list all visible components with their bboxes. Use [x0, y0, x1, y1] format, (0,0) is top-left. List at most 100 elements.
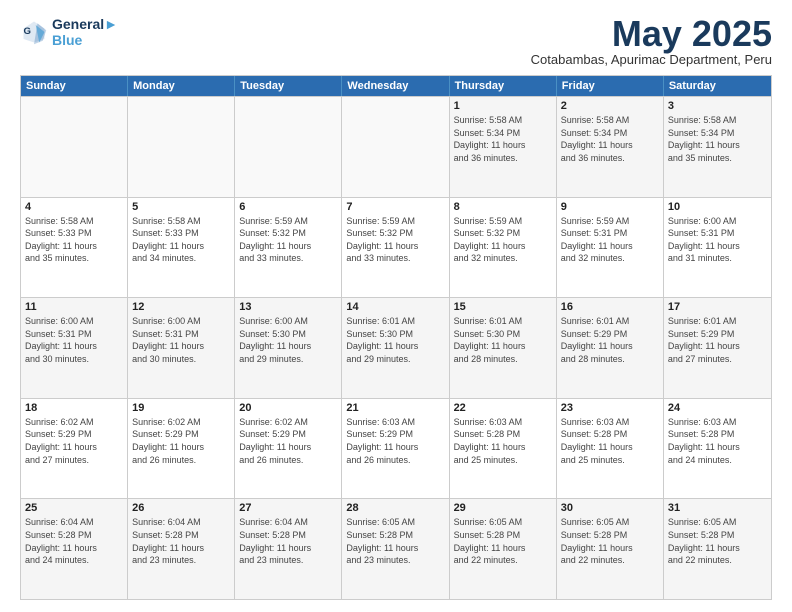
day-info: Sunrise: 6:05 AM Sunset: 5:28 PM Dayligh…: [561, 516, 659, 566]
week-row-0: 1 Sunrise: 5:58 AM Sunset: 5:34 PM Daylig…: [21, 96, 771, 197]
day-info: Sunrise: 5:58 AM Sunset: 5:34 PM Dayligh…: [454, 114, 552, 164]
col-header-tuesday: Tuesday: [235, 76, 342, 96]
week-row-1: 4 Sunrise: 5:58 AM Sunset: 5:33 PM Daylig…: [21, 197, 771, 298]
col-header-monday: Monday: [128, 76, 235, 96]
calendar: SundayMondayTuesdayWednesdayThursdayFrid…: [20, 75, 772, 600]
day-number: 6: [239, 201, 337, 213]
day-cell: 12 Sunrise: 6:00 AM Sunset: 5:31 PM Dayli…: [128, 298, 235, 398]
day-info: Sunrise: 6:04 AM Sunset: 5:28 PM Dayligh…: [132, 516, 230, 566]
day-number: 15: [454, 301, 552, 313]
day-number: 31: [668, 502, 767, 514]
day-cell: 1 Sunrise: 5:58 AM Sunset: 5:34 PM Daylig…: [450, 97, 557, 197]
day-number: 13: [239, 301, 337, 313]
day-number: 25: [25, 502, 123, 514]
day-info: Sunrise: 6:01 AM Sunset: 5:30 PM Dayligh…: [454, 315, 552, 365]
day-number: 12: [132, 301, 230, 313]
day-cell: 3 Sunrise: 5:58 AM Sunset: 5:34 PM Daylig…: [664, 97, 771, 197]
day-cell: 19Sunrise: 6:02 AM Sunset: 5:29 PM Dayli…: [128, 399, 235, 499]
day-number: 1: [454, 100, 552, 112]
day-number: 29: [454, 502, 552, 514]
day-info: Sunrise: 5:59 AM Sunset: 5:32 PM Dayligh…: [454, 215, 552, 265]
day-cell: 21 Sunrise: 6:03 AM Sunset: 5:29 PM Dayli…: [342, 399, 449, 499]
week-row-3: 18Sunrise: 6:02 AM Sunset: 5:29 PM Dayli…: [21, 398, 771, 499]
day-number: 21: [346, 402, 444, 414]
day-cell: 5 Sunrise: 5:58 AM Sunset: 5:33 PM Daylig…: [128, 198, 235, 298]
day-cell: 16Sunrise: 6:01 AM Sunset: 5:29 PM Dayli…: [557, 298, 664, 398]
day-cell: 27 Sunrise: 6:04 AM Sunset: 5:28 PM Dayli…: [235, 499, 342, 599]
subtitle: Cotabambas, Apurimac Department, Peru: [531, 52, 772, 67]
logo: G General► Blue: [20, 16, 118, 48]
day-info: Sunrise: 6:01 AM Sunset: 5:29 PM Dayligh…: [668, 315, 767, 365]
day-cell: 10Sunrise: 6:00 AM Sunset: 5:31 PM Dayli…: [664, 198, 771, 298]
day-info: Sunrise: 6:05 AM Sunset: 5:28 PM Dayligh…: [454, 516, 552, 566]
day-info: Sunrise: 5:58 AM Sunset: 5:34 PM Dayligh…: [668, 114, 767, 164]
day-cell: 14Sunrise: 6:01 AM Sunset: 5:30 PM Dayli…: [342, 298, 449, 398]
day-cell: 20 Sunrise: 6:02 AM Sunset: 5:29 PM Dayli…: [235, 399, 342, 499]
day-number: 8: [454, 201, 552, 213]
day-info: Sunrise: 6:05 AM Sunset: 5:28 PM Dayligh…: [668, 516, 767, 566]
day-cell: 24 Sunrise: 6:03 AM Sunset: 5:28 PM Dayli…: [664, 399, 771, 499]
week-row-2: 11 Sunrise: 6:00 AM Sunset: 5:31 PM Dayli…: [21, 297, 771, 398]
day-cell: 8 Sunrise: 5:59 AM Sunset: 5:32 PM Daylig…: [450, 198, 557, 298]
day-number: 11: [25, 301, 123, 313]
day-cell: [235, 97, 342, 197]
day-info: Sunrise: 5:59 AM Sunset: 5:32 PM Dayligh…: [346, 215, 444, 265]
day-info: Sunrise: 6:00 AM Sunset: 5:30 PM Dayligh…: [239, 315, 337, 365]
day-number: 5: [132, 201, 230, 213]
day-cell: 28Sunrise: 6:05 AM Sunset: 5:28 PM Dayli…: [342, 499, 449, 599]
week-row-4: 25 Sunrise: 6:04 AM Sunset: 5:28 PM Dayli…: [21, 498, 771, 599]
day-info: Sunrise: 6:03 AM Sunset: 5:28 PM Dayligh…: [454, 416, 552, 466]
day-cell: 18Sunrise: 6:02 AM Sunset: 5:29 PM Dayli…: [21, 399, 128, 499]
day-cell: 17Sunrise: 6:01 AM Sunset: 5:29 PM Dayli…: [664, 298, 771, 398]
day-cell: 31 Sunrise: 6:05 AM Sunset: 5:28 PM Dayli…: [664, 499, 771, 599]
day-number: 22: [454, 402, 552, 414]
day-info: Sunrise: 5:58 AM Sunset: 5:34 PM Dayligh…: [561, 114, 659, 164]
day-info: Sunrise: 6:02 AM Sunset: 5:29 PM Dayligh…: [25, 416, 123, 466]
day-cell: 22 Sunrise: 6:03 AM Sunset: 5:28 PM Dayli…: [450, 399, 557, 499]
day-info: Sunrise: 5:58 AM Sunset: 5:33 PM Dayligh…: [132, 215, 230, 265]
day-number: 28: [346, 502, 444, 514]
logo-text: General► Blue: [52, 16, 118, 48]
day-number: 16: [561, 301, 659, 313]
day-number: 7: [346, 201, 444, 213]
col-header-friday: Friday: [557, 76, 664, 96]
day-info: Sunrise: 5:58 AM Sunset: 5:33 PM Dayligh…: [25, 215, 123, 265]
day-info: Sunrise: 6:04 AM Sunset: 5:28 PM Dayligh…: [239, 516, 337, 566]
day-info: Sunrise: 6:03 AM Sunset: 5:28 PM Dayligh…: [561, 416, 659, 466]
day-cell: 29 Sunrise: 6:05 AM Sunset: 5:28 PM Dayli…: [450, 499, 557, 599]
col-headers: SundayMondayTuesdayWednesdayThursdayFrid…: [21, 76, 771, 96]
day-number: 30: [561, 502, 659, 514]
day-cell: 23Sunrise: 6:03 AM Sunset: 5:28 PM Dayli…: [557, 399, 664, 499]
day-cell: 4 Sunrise: 5:58 AM Sunset: 5:33 PM Daylig…: [21, 198, 128, 298]
col-header-saturday: Saturday: [664, 76, 771, 96]
day-cell: 2Sunrise: 5:58 AM Sunset: 5:34 PM Daylig…: [557, 97, 664, 197]
day-number: 19: [132, 402, 230, 414]
day-info: Sunrise: 6:01 AM Sunset: 5:30 PM Dayligh…: [346, 315, 444, 365]
day-info: Sunrise: 6:03 AM Sunset: 5:28 PM Dayligh…: [668, 416, 767, 466]
day-cell: 26 Sunrise: 6:04 AM Sunset: 5:28 PM Dayli…: [128, 499, 235, 599]
header: G General► Blue May 2025 Cotabambas, Apu…: [20, 16, 772, 67]
day-cell: 25Sunrise: 6:04 AM Sunset: 5:28 PM Dayli…: [21, 499, 128, 599]
month-title: May 2025: [531, 16, 772, 52]
day-number: 24: [668, 402, 767, 414]
col-header-wednesday: Wednesday: [342, 76, 449, 96]
svg-text:G: G: [24, 26, 31, 37]
logo-icon: G: [20, 18, 48, 46]
day-number: 10: [668, 201, 767, 213]
day-number: 9: [561, 201, 659, 213]
day-info: Sunrise: 6:03 AM Sunset: 5:29 PM Dayligh…: [346, 416, 444, 466]
day-cell: [342, 97, 449, 197]
day-info: Sunrise: 5:59 AM Sunset: 5:32 PM Dayligh…: [239, 215, 337, 265]
day-cell: 15 Sunrise: 6:01 AM Sunset: 5:30 PM Dayli…: [450, 298, 557, 398]
calendar-body: 1 Sunrise: 5:58 AM Sunset: 5:34 PM Daylig…: [21, 96, 771, 599]
day-number: 4: [25, 201, 123, 213]
day-info: Sunrise: 6:00 AM Sunset: 5:31 PM Dayligh…: [132, 315, 230, 365]
day-number: 27: [239, 502, 337, 514]
day-number: 20: [239, 402, 337, 414]
col-header-thursday: Thursday: [450, 76, 557, 96]
day-info: Sunrise: 6:02 AM Sunset: 5:29 PM Dayligh…: [239, 416, 337, 466]
day-number: 3: [668, 100, 767, 112]
day-number: 26: [132, 502, 230, 514]
day-cell: 13 Sunrise: 6:00 AM Sunset: 5:30 PM Dayli…: [235, 298, 342, 398]
title-area: May 2025 Cotabambas, Apurimac Department…: [531, 16, 772, 67]
